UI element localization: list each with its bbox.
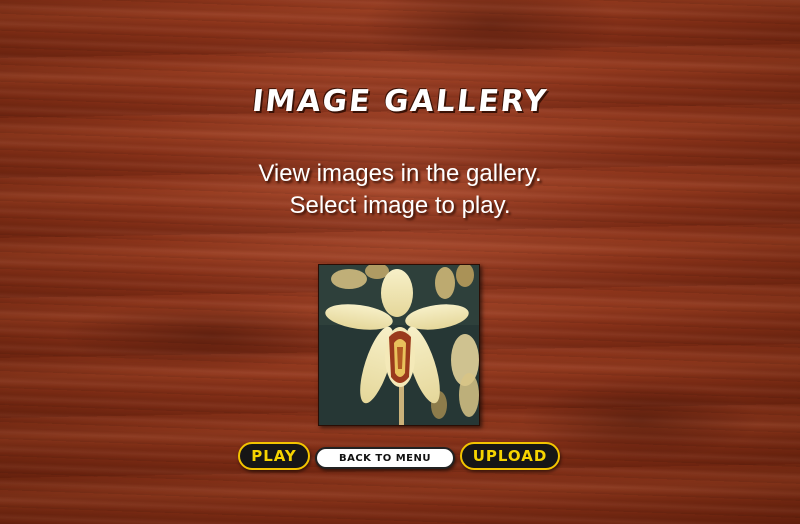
wood-texture-knot xyxy=(60,300,360,370)
gallery-thumbnail-orchid[interactable] xyxy=(318,263,480,426)
wood-texture-knot xyxy=(360,0,620,70)
play-button[interactable]: PLAY xyxy=(238,442,310,470)
instruction-line-2: Select image to play. xyxy=(289,192,511,219)
upload-button[interactable]: UPLOAD xyxy=(460,442,560,470)
page-title: IMAGE GALLERY xyxy=(250,84,550,119)
back-to-menu-button[interactable]: BACK TO MENU xyxy=(315,447,455,469)
instruction-line-1: View images in the gallery. xyxy=(258,160,542,187)
orchid-image xyxy=(319,263,479,425)
